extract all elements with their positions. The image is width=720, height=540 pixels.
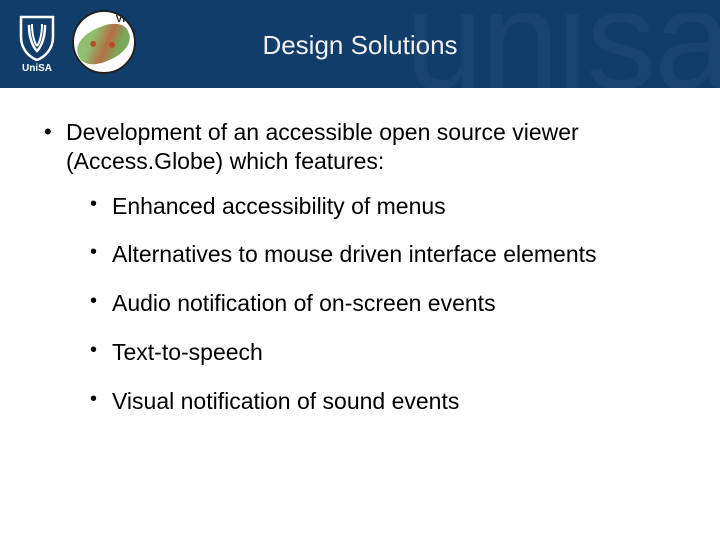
bullet-text: Text-to-speech: [112, 339, 263, 365]
bullet-text: Audio notification of on-screen events: [112, 290, 496, 316]
slide-title: Design Solutions: [0, 30, 720, 61]
list-item: Visual notification of sound events: [90, 387, 682, 416]
list-item: Text-to-speech: [90, 338, 682, 367]
slide: unisa UniSA VII Design Solutions: [0, 0, 720, 540]
slide-body: Development of an accessible open source…: [0, 88, 720, 415]
bullet-text: Enhanced accessibility of menus: [112, 193, 446, 219]
list-item: Enhanced accessibility of menus: [90, 192, 682, 221]
intro-bullet: Development of an accessible open source…: [44, 118, 682, 415]
header-bar: unisa UniSA VII Design Solutions: [0, 0, 720, 88]
unisa-logo-text: UniSA: [22, 63, 52, 74]
list-item: Alternatives to mouse driven interface e…: [90, 240, 682, 269]
list-item: Audio notification of on-screen events: [90, 289, 682, 318]
bullet-text: Alternatives to mouse driven interface e…: [112, 241, 597, 267]
bullet-text: Visual notification of sound events: [112, 388, 459, 414]
intro-text: Development of an accessible open source…: [66, 119, 579, 174]
